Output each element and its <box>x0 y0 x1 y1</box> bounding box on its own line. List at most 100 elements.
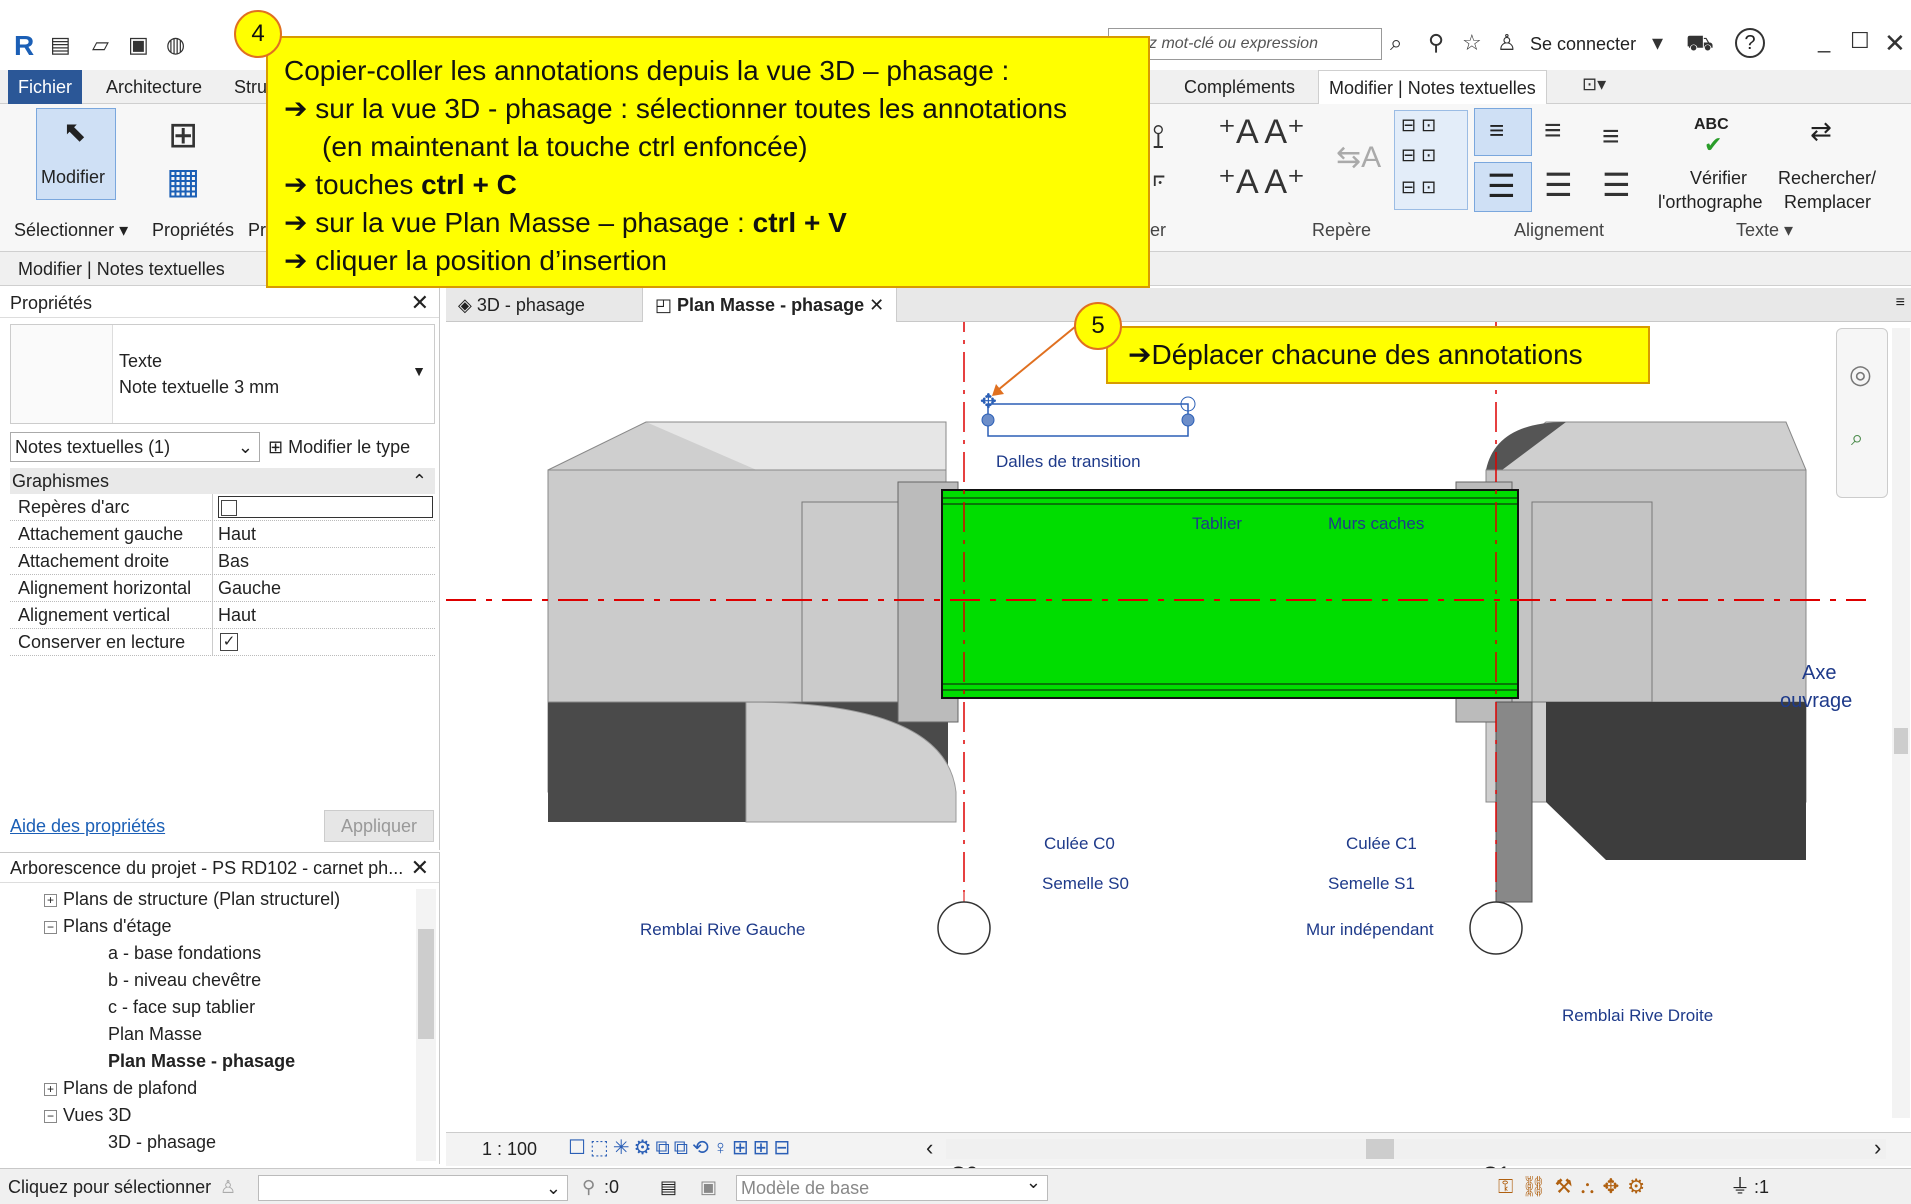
scroll-left-icon[interactable]: ‹ <box>926 1135 933 1161</box>
filter-icon[interactable]: ⏚ <box>1730 1169 1750 1204</box>
tree-node[interactable]: − Plans d'étage <box>44 916 172 937</box>
design-options-icon[interactable]: ▤ <box>660 1169 677 1204</box>
edit-type-button[interactable]: ⊞ Modifier le type <box>268 432 410 462</box>
panel-label-text[interactable]: Texte ▾ <box>1736 220 1793 241</box>
label-axe[interactable]: Axe <box>1802 662 1836 685</box>
vertical-scrollbar[interactable] <box>1892 328 1910 1118</box>
add-left-leader-icon[interactable]: ⁺A A⁺ <box>1218 112 1305 152</box>
group-graphismes[interactable]: Graphismes ⌃ <box>10 468 435 494</box>
leader-icon[interactable]: ⟟ <box>1152 118 1165 157</box>
keep-readable-checkbox[interactable]: ✓ <box>220 633 238 651</box>
ribbon-toggle-icon[interactable]: ⊡▾ <box>1582 74 1606 95</box>
close-window-icon[interactable]: ✕ <box>1884 28 1906 59</box>
tab-3d-phasage[interactable]: ◈ 3D - phasage <box>446 288 597 322</box>
spellcheck-button[interactable]: ABC ✔ Vérifier l'orthographe <box>1658 108 1774 212</box>
tree-node[interactable]: Plan Masse <box>108 1024 202 1045</box>
tab-modify-text-notes[interactable]: Modifier | Notes textuelles <box>1318 70 1547 104</box>
tree-node[interactable]: + Plans de structure (Plan structurel) <box>44 889 340 910</box>
leader-arc-icon[interactable]: ⟔ <box>1152 160 1166 194</box>
tree-node[interactable]: b - niveau chevêtre <box>108 970 261 991</box>
tab-complements[interactable]: Compléments <box>1174 70 1305 104</box>
design-option-select[interactable]: Modèle de base ⌄ <box>736 1172 1048 1201</box>
align-top-button[interactable]: ≡ <box>1474 108 1532 156</box>
leader-middle-icon[interactable]: ⊟ ⊡ <box>1401 145 1436 166</box>
editing-requests-icon[interactable]: ⚲ <box>582 1169 595 1204</box>
add-arc-leader-icon[interactable]: ⁺A A⁺ <box>1218 162 1305 202</box>
tree-node[interactable]: a - base fondations <box>108 943 261 964</box>
open-icon[interactable]: ▱ <box>92 32 109 58</box>
leader-top-icon[interactable]: ⊟ ⊡ <box>1401 115 1436 136</box>
arc-leaders-field[interactable] <box>218 496 433 518</box>
align-bottom-icon[interactable]: ≡ <box>1602 120 1620 154</box>
leader-bottom-icon[interactable]: ⊟ ⊡ <box>1401 177 1436 198</box>
design-option-icon[interactable]: ▣ <box>700 1169 717 1204</box>
close-browser-icon[interactable]: ✕ <box>411 853 429 883</box>
label-remblai-gauche[interactable]: Remblai Rive Gauche <box>640 920 805 940</box>
worksets-icon[interactable]: ♙ <box>220 1169 236 1204</box>
prop-value[interactable]: Haut <box>218 602 256 628</box>
instance-filter-select[interactable]: Notes textuelles (1) ⌄ <box>10 432 260 462</box>
label-semelle-s1[interactable]: Semelle S1 <box>1328 874 1415 894</box>
binoculars-icon[interactable]: ⌕ <box>1390 30 1402 56</box>
revit-logo-icon[interactable]: R <box>14 30 34 62</box>
prop-value[interactable]: Haut <box>218 521 256 547</box>
align-right-icon[interactable]: ☰ <box>1602 166 1631 204</box>
horizontal-scrollbar[interactable] <box>946 1139 1886 1159</box>
user-icon[interactable]: ♙ <box>1497 30 1517 56</box>
zoom-icon[interactable]: ⌕ <box>1851 425 1863 451</box>
type-properties-icon[interactable]: ⊞ <box>168 114 198 156</box>
browser-scrollbar[interactable] <box>416 889 436 1161</box>
remove-leader-icon[interactable]: ⇆A <box>1336 140 1381 175</box>
drawing-view[interactable]: ◈ 3D - phasage ◰ Plan Masse - phasage ✕ … <box>446 288 1911 1187</box>
label-ouvrage[interactable]: ouvrage <box>1780 690 1852 713</box>
dropdown-icon[interactable]: ▾ <box>1652 30 1663 56</box>
type-selector[interactable]: Texte Note textuelle 3 mm ▼ <box>10 324 435 424</box>
label-culee-c0[interactable]: Culée C0 <box>1044 834 1115 854</box>
scroll-right-icon[interactable]: › <box>1874 1135 1881 1161</box>
align-center-icon[interactable]: ☰ <box>1544 166 1573 204</box>
label-culee-c1[interactable]: Culée C1 <box>1346 834 1417 854</box>
leader-position-buttons[interactable]: ⊟ ⊡ ⊟ ⊡ ⊟ ⊡ <box>1394 110 1468 210</box>
maximize-icon[interactable]: ☐ <box>1850 28 1870 54</box>
label-remblai-droite[interactable]: Remblai Rive Droite <box>1562 1006 1713 1026</box>
tab-plan-masse-phasage[interactable]: ◰ Plan Masse - phasage ✕ <box>642 288 898 322</box>
tab-fichier[interactable]: Fichier <box>8 70 83 104</box>
save-icon[interactable]: ▣ <box>128 32 149 58</box>
steering-wheel-icon[interactable]: ◎ <box>1849 359 1872 390</box>
apply-button[interactable]: Appliquer <box>324 810 434 842</box>
tab-menu-icon[interactable]: ≡ <box>1896 294 1905 312</box>
properties-help-link[interactable]: Aide des propriétés <box>10 816 165 837</box>
label-mur-independant[interactable]: Mur indépendant <box>1306 920 1434 940</box>
sync-icon[interactable]: ◍ <box>166 32 185 58</box>
workset-select[interactable]: ⌄ <box>258 1175 568 1201</box>
arc-leaders-checkbox[interactable] <box>221 500 237 516</box>
help-button[interactable]: ? <box>1735 28 1765 58</box>
tree-node[interactable]: 3D - phasage <box>108 1132 216 1153</box>
align-middle-icon[interactable]: ≡ <box>1544 114 1562 148</box>
view-control-icons[interactable]: ☐⬚✳⚙⧉⧉⟲♀⊞⊞⊟ <box>568 1135 794 1160</box>
label-semelle-s0[interactable]: Semelle S0 <box>1042 874 1129 894</box>
label-murs-caches[interactable]: Murs caches <box>1328 514 1424 534</box>
prop-value[interactable]: Bas <box>218 548 249 574</box>
find-replace-button[interactable]: ⇄ Rechercher/ Remplacer <box>1774 108 1884 212</box>
close-tab-icon[interactable]: ✕ <box>864 295 884 315</box>
modify-button[interactable]: ⬉ Modifier <box>36 108 116 200</box>
star-icon[interactable]: ☆ <box>1462 30 1482 56</box>
label-dalles-transition[interactable]: Dalles de transition <box>996 452 1141 472</box>
sign-in-link[interactable]: Se connecter <box>1530 34 1636 55</box>
close-properties-icon[interactable]: ✕ <box>411 288 429 318</box>
cart-icon[interactable]: ⛟ <box>1686 30 1714 59</box>
select-dropdown[interactable]: Sélectionner ▾ <box>14 220 128 241</box>
align-left-button[interactable]: ☰ <box>1474 162 1532 212</box>
view-scale[interactable]: 1 : 100 <box>482 1139 537 1160</box>
properties-icon[interactable]: ▦ <box>166 160 200 202</box>
tree-node-active[interactable]: Plan Masse - phasage <box>108 1051 295 1072</box>
tree-node[interactable]: + Plans de plafond <box>44 1078 197 1099</box>
minimize-icon[interactable]: _ <box>1818 28 1830 54</box>
tab-architecture[interactable]: Architecture <box>96 70 212 104</box>
selection-filter-icons[interactable]: ⚿⛓⚒⛬✥⚙ <box>1498 1169 1653 1204</box>
label-tablier[interactable]: Tablier <box>1192 514 1242 534</box>
tree-node[interactable]: c - face sup tablier <box>108 997 255 1018</box>
subscription-icon[interactable]: ⚲ <box>1428 30 1444 56</box>
tree-node[interactable]: − Vues 3D <box>44 1105 131 1126</box>
